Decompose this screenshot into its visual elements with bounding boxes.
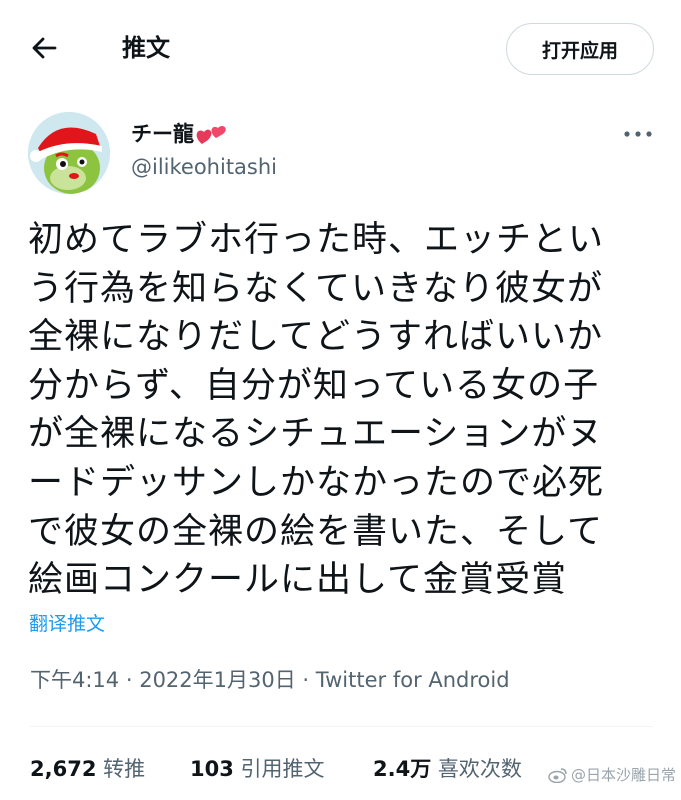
more-horizontal-icon	[624, 131, 652, 137]
tweet-date[interactable]: 2022年1月30日	[139, 668, 296, 692]
arrow-left-icon	[32, 37, 57, 59]
tweet-source[interactable]: Twitter for Android	[316, 668, 510, 692]
tweet-meta: 下午4:14 · 2022年1月30日 · Twitter for Androi…	[30, 666, 510, 694]
meta-separator: ·	[295, 668, 316, 692]
top-bar: 推文 打开应用	[0, 0, 681, 96]
author-name[interactable]: チー龍	[131, 120, 230, 148]
author-name-text: チー龍	[131, 122, 194, 146]
tweet-time[interactable]: 下午4:14	[30, 668, 119, 692]
likes-label: 喜欢次数	[437, 757, 522, 781]
translate-tweet-link[interactable]: 翻译推文	[29, 611, 105, 637]
divider	[30, 726, 653, 727]
tweet-line: う行為を知らなくていきなり彼女が	[28, 268, 603, 309]
tweet-line: 全裸になりだしてどうすればいいか	[28, 317, 603, 358]
likes-stat[interactable]: 2.4万 喜欢次数	[373, 754, 522, 784]
quotes-count: 103	[190, 757, 234, 781]
avatar[interactable]	[28, 112, 110, 194]
meta-separator: ·	[119, 668, 140, 692]
watermark-text: @日本沙雕日常	[571, 766, 677, 784]
retweets-count: 2,672	[30, 757, 97, 781]
two-hearts-emoji	[196, 125, 226, 144]
watermark: @日本沙雕日常	[548, 764, 676, 785]
retweets-label: 转推	[103, 757, 146, 781]
avatar-image	[28, 112, 110, 194]
quotes-stat[interactable]: 103 引用推文	[190, 754, 325, 784]
open-app-button[interactable]: 打开应用	[506, 23, 654, 75]
weibo-logo-icon	[548, 767, 567, 783]
retweets-stat[interactable]: 2,672 转推	[30, 754, 145, 784]
tweet-line: 絵画コンクールに出して金賞受賞	[28, 560, 567, 601]
more-options-button[interactable]	[618, 120, 658, 148]
author-handle[interactable]: @ilikeohitashi	[131, 153, 277, 181]
likes-count: 2.4万	[373, 757, 432, 781]
quotes-label: 引用推文	[240, 757, 325, 781]
tweet-line: 分からず、自分が知っている女の子	[28, 365, 600, 406]
page-title: 推文	[122, 34, 170, 62]
tweet-line: で彼女の全裸の絵を書いた、そして	[28, 511, 603, 552]
tweet-line: ードデッサンしかなかったので必死	[28, 462, 605, 503]
tweet-line: 初めてラブホ行った時、エッチとい	[28, 220, 605, 260]
tweet-line: が全裸になるシチュエーションがヌ	[28, 414, 604, 455]
tweet-text: 初めてラブホ行った時、エッチとい う行為を知らなくていきなり彼女が 全裸になりだ…	[28, 216, 658, 605]
back-button[interactable]	[26, 30, 62, 66]
